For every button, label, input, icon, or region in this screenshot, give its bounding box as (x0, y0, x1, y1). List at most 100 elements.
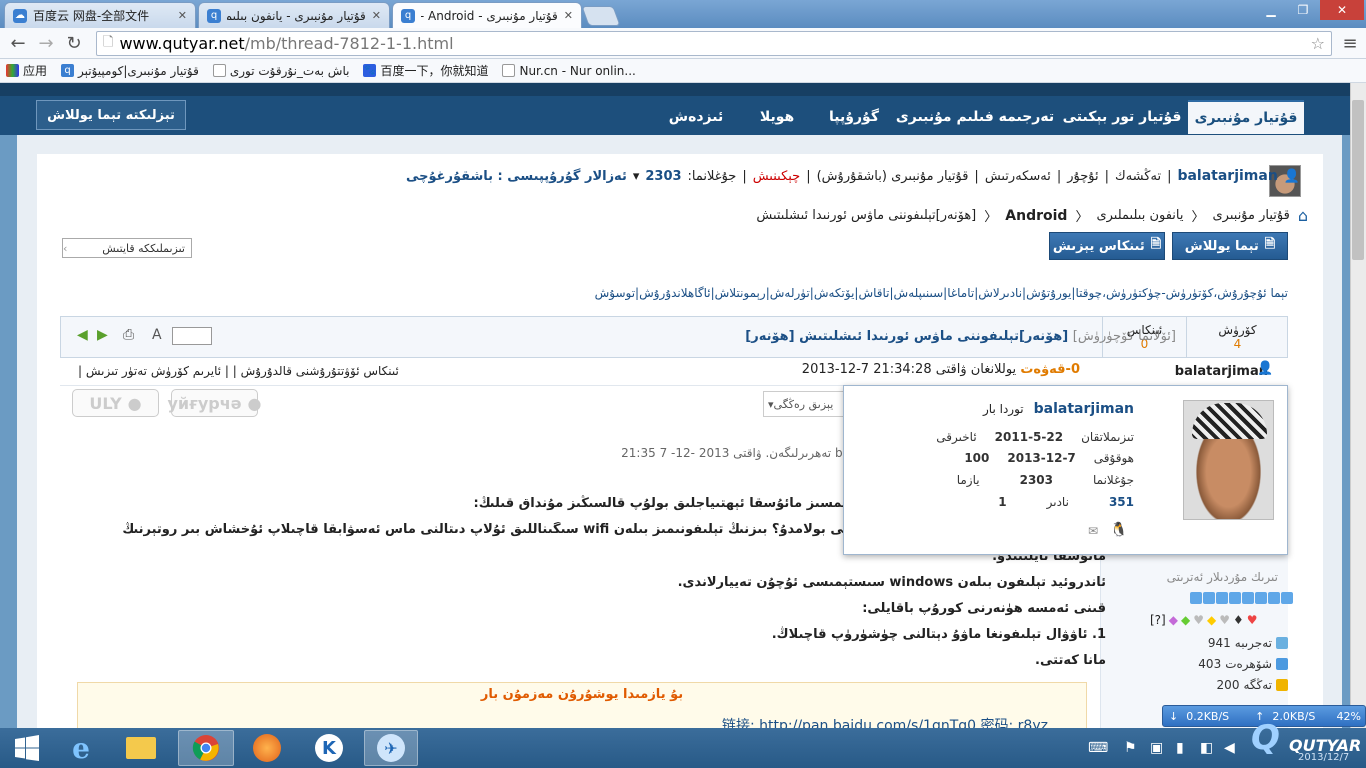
reload-icon[interactable]: ↻ (62, 32, 86, 54)
views-cell: كۆرۈش 4 (1186, 316, 1288, 358)
next-icon[interactable]: ▶ (97, 327, 108, 343)
views-label: كۆرۈش (1218, 323, 1257, 337)
print-icon[interactable]: ⎙ (123, 327, 134, 343)
media-player-icon[interactable] (242, 730, 292, 766)
scrollbar-thumb[interactable] (1352, 100, 1364, 260)
document-icon: 🗎 (1150, 237, 1162, 252)
post-line: قىنى ئەمسە ھۈنەرنى كورۇپ باقايلى: (862, 601, 1106, 616)
moderation-links[interactable]: تېما ئۇچۇرۇش،كۆتۈرۈش-چۈكتۈرۈش،چوقتا|يورۇ… (595, 286, 1288, 300)
nav-tab-groups[interactable]: گۇرۇپپا (816, 100, 892, 134)
post-author[interactable]: balatarjiman (1175, 364, 1268, 379)
breadcrumb: ⌂ قۇتيار مۇنبىرى 〈 يانفون بىلىملىرى 〈 Andr… (756, 206, 1308, 225)
bookmark-qutyar[interactable]: q قۇتيار مۇنبىرى|كومپيۇتېر (61, 64, 199, 78)
breadcrumb-android[interactable]: Android (1005, 208, 1067, 224)
card-value[interactable]: 351 (1109, 495, 1134, 509)
medals: [?] ◆ ◆ ♥ ◆ ♥ ♦ ♥ (1150, 613, 1258, 627)
page-jump-input[interactable] (172, 327, 212, 345)
prev-icon[interactable]: ◀ (77, 327, 88, 343)
button-label: ئىنكاس يېزىش (1052, 238, 1145, 254)
post-floor: 0-قەۋەت يوللانغان ۋاقتى 2013-12-7 21:34:… (802, 362, 1080, 377)
bookmark-baidu[interactable]: 🐾 百度一下，你就知道 (363, 62, 488, 79)
browser-tab-baidu[interactable]: ☁ 百度云 网盘-全部文件 ✕ (4, 2, 196, 28)
address-bar[interactable]: 🗋 www.qutyar.net/mb/thread-7812-1-1.html… (96, 31, 1332, 56)
volume-icon[interactable]: ◀ (1224, 740, 1235, 756)
nav-tab-search[interactable]: ئىزدەش (656, 100, 736, 134)
battery-icon[interactable]: ▮ (1176, 740, 1184, 756)
link-settings[interactable]: تەڭشەك (1115, 169, 1161, 184)
star-icon[interactable]: ☆ (1311, 34, 1325, 53)
nav-tab-yard[interactable]: ھويلا (742, 100, 812, 134)
bookmark-apps[interactable]: 应用 (6, 62, 47, 79)
hidden-content-title: بۇ يازمىدا يوشۇرۇن مەزمۇن بار (480, 687, 684, 702)
nav-tab-website[interactable]: قۇتيار تور بېكىتى (1060, 100, 1184, 134)
badge-label: уйғурчә (167, 393, 242, 413)
link-messages[interactable]: ئۇچۇر (1067, 169, 1098, 184)
new-thread-button[interactable]: 🗎 تېما يوللاش (1172, 232, 1288, 260)
nav-tab-film-forum[interactable]: تەرجىمە فىلىم مۇنبىرى (895, 100, 1055, 134)
link-admin[interactable]: قۇتيار مۇنبىرى (باشقۇرۇش) (817, 169, 969, 184)
bookmark-nur[interactable]: Nur.cn - Nur onlin... (502, 64, 636, 78)
chrome-icon[interactable] (178, 730, 234, 766)
coin-icon (1276, 679, 1288, 691)
browser-tab-forum[interactable]: q قۇتيار مۇنبىرى - يانفون بىلىملىرى ✕ (198, 2, 390, 28)
document-icon: 🗎 (1264, 237, 1276, 252)
site-top-strip (0, 83, 1350, 96)
tool-app-icon[interactable]: ✈ (364, 730, 418, 766)
link-notifications[interactable]: ئەسكەرتىش (985, 169, 1051, 184)
start-windows-icon[interactable] (2, 730, 52, 766)
card-header: balatarjiman توردا بار (983, 401, 1134, 417)
explorer-folder-icon[interactable] (116, 730, 166, 766)
browser-tab-active[interactable]: q قۇتيار مۇنبىرى - Android - ✕ (392, 2, 582, 28)
quick-post-button[interactable]: تېزلىكتە تېما يوللاش (36, 100, 186, 130)
post-line: بولىسا سىمسىز مائۇسقا ئېھتىياجلىق بولۇپ … (473, 496, 906, 511)
flag-icon[interactable]: ⚑ (1124, 740, 1137, 756)
back-to-list-select[interactable]: تىزىملىككە قايتىش › (62, 238, 192, 258)
post-line: مانا كەتتى. (1035, 653, 1106, 668)
restore-icon[interactable]: ❐ (1288, 0, 1318, 20)
browser-toolbar: ← → ↻ 🗋 www.qutyar.net/mb/thread-7812-1-… (0, 28, 1366, 59)
copy-link[interactable]: [ئۆلانما كۆچۈرۈش] (1073, 329, 1176, 344)
menu-icon[interactable]: ≡ (1338, 32, 1362, 54)
page-icon (502, 64, 516, 77)
user-avatar-large[interactable] (1183, 400, 1274, 520)
network-icon[interactable]: ◧ (1200, 740, 1213, 756)
message-icon[interactable]: ✉ (1088, 524, 1098, 538)
qq-icon[interactable]: 🐧 (1110, 522, 1127, 538)
views-count: 4 (1233, 337, 1242, 351)
close-window-icon[interactable]: ✕ (1320, 0, 1364, 20)
forward-icon[interactable]: → (34, 32, 58, 54)
breadcrumb-section[interactable]: يانفون بىلىملىرى (1096, 208, 1183, 223)
paw-icon: 🐾 (363, 64, 377, 77)
close-icon[interactable]: ✕ (372, 9, 381, 22)
nav-tab-forum[interactable]: قۇتيار مۇنبىرى (1188, 100, 1304, 134)
new-tab-button[interactable] (581, 6, 621, 26)
ie-icon[interactable]: e (56, 730, 106, 766)
bookmark-nurqut[interactable]: باش بەت_نۇرقۇت تورى (212, 64, 349, 78)
k-app-icon[interactable]: K (304, 730, 354, 766)
cyrillic-script-button[interactable]: уйғурчә ● (167, 389, 262, 417)
stat-coins: تەڭگە 200 (1217, 678, 1288, 692)
breadcrumb-forum[interactable]: قۇتيار مۇنبىرى (1213, 208, 1290, 223)
username-link[interactable]: balatarjiman (1177, 168, 1277, 184)
post-tools[interactable]: ئىنكاس ئۆۋتتۇرۇشنى قالدۇرۇش | | ئايرىم ك… (78, 364, 399, 378)
user-rank: تىرىك مۇردىلار ئەترىتى (1166, 570, 1278, 584)
tab-title: 百度云 网盘-全部文件 (33, 9, 150, 23)
font-size-icon[interactable]: A (152, 327, 162, 343)
uly-script-button[interactable]: ULY ● (72, 389, 159, 417)
card-row: 351 نادىر 1 (998, 495, 1134, 509)
minimize-icon[interactable]: ▁ (1256, 0, 1286, 20)
bookmarks-bar: 应用 q قۇتيار مۇنبىرى|كومپيۇتېر باش بەت_نۇر… (0, 59, 1366, 83)
reply-button[interactable]: 🗎 ئىنكاس يېزىش (1049, 232, 1165, 260)
thread-tag[interactable]: [ھۆنەر] (745, 329, 794, 344)
link-logout[interactable]: چېكىنىش (753, 169, 800, 184)
font-color-select[interactable]: ▾ يېزىق رەڭگى (763, 391, 853, 417)
points-value[interactable]: 2303 (645, 169, 681, 184)
close-icon[interactable]: ✕ (564, 9, 573, 22)
card-username[interactable]: balatarjiman (1034, 401, 1134, 417)
close-icon[interactable]: ✕ (178, 9, 187, 22)
tray-icon[interactable]: ▣ (1150, 740, 1163, 756)
keyboard-icon[interactable]: ⌨ (1088, 740, 1108, 756)
url-path: /mb/thread-7812-1-1.html (244, 34, 454, 53)
back-icon[interactable]: ← (6, 32, 30, 54)
home-icon[interactable]: ⌂ (1298, 206, 1308, 225)
